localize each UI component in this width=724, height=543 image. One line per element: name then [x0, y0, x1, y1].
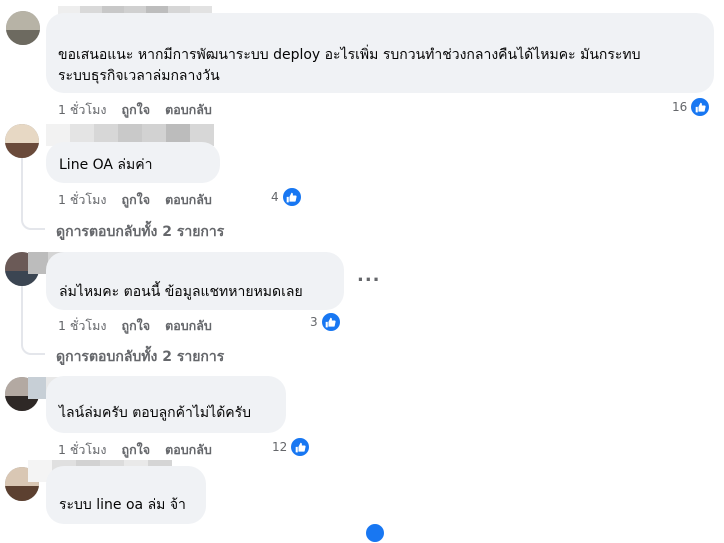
reaction-number: 12 [272, 440, 288, 454]
comment-bubble: ไลน์ล่มครับ ตอบลูกค้าไม่ได้ครับ [46, 376, 286, 433]
thread-connector [21, 331, 45, 355]
more-options-icon[interactable]: ... [357, 265, 381, 286]
thumbs-up-icon [690, 97, 711, 117]
reply-button[interactable]: ตอบกลับ [165, 440, 212, 460]
reaction-number: 4 [271, 190, 279, 204]
reaction-count[interactable]: 3 [310, 312, 341, 332]
comment-text: Line OA ล่มค่า [59, 157, 153, 173]
thumbs-up-icon [320, 312, 341, 332]
like-button[interactable]: ถูกใจ [122, 316, 151, 336]
comment-actions: 1 ชั่วโมง ถูกใจ ตอบกลับ [58, 440, 212, 460]
avatar[interactable] [5, 124, 39, 158]
comment-text: ระบบ line oa ล่ม จ้า [59, 497, 186, 513]
timestamp[interactable]: 1 ชั่วโมง [58, 316, 107, 336]
timestamp[interactable]: 1 ชั่วโมง [58, 190, 107, 210]
thumbs-up-icon [290, 437, 311, 457]
comment-text: ล่มไหมคะ ตอนนี้ ข้อมูลแชทหายหมดเลย [59, 284, 303, 300]
comment-bubble: ล่มไหมคะ ตอนนี้ ข้อมูลแชทหายหมดเลย [46, 252, 344, 310]
thumbs-up-icon [281, 187, 302, 207]
comment-actions: 1 ชั่วโมง ถูกใจ ตอบกลับ [58, 190, 212, 210]
comment-text: ขอเสนอแนะ หากมีการพัฒนาระบบ deploy อะไรเ… [58, 47, 641, 63]
comment-actions: 1 ชั่วโมง ถูกใจ ตอบกลับ [58, 100, 212, 120]
view-replies-link[interactable]: ดูการตอบกลับทั้ง 2 รายการ [56, 221, 224, 243]
reaction-number: 16 [672, 100, 688, 114]
avatar[interactable] [6, 11, 40, 45]
reaction-count[interactable]: 16 [672, 97, 711, 117]
reply-button[interactable]: ตอบกลับ [165, 190, 212, 210]
timestamp[interactable]: 1 ชั่วโมง [58, 440, 107, 460]
like-button[interactable]: ถูกใจ [122, 100, 151, 120]
comment-actions: 1 ชั่วโมง ถูกใจ ตอบกลับ [58, 316, 212, 336]
comment-text: ไลน์ล่มครับ ตอบลูกค้าไม่ได้ครับ [59, 405, 252, 421]
view-replies-link[interactable]: ดูการตอบกลับทั้ง 2 รายการ [56, 346, 224, 368]
reaction-number: 3 [310, 315, 318, 329]
reaction-count[interactable]: 4 [271, 187, 302, 207]
timestamp[interactable]: 1 ชั่วโมง [58, 100, 107, 120]
thumbs-up-icon [365, 523, 385, 543]
reply-button[interactable]: ตอบกลับ [165, 316, 212, 336]
like-button[interactable]: ถูกใจ [122, 190, 151, 210]
like-button[interactable]: ถูกใจ [122, 440, 151, 460]
thread-connector [21, 206, 45, 230]
comment-bubble: ขอเสนอแนะ หากมีการพัฒนาระบบ deploy อะไรเ… [46, 13, 714, 93]
comment-text: ระบบธุรกิจเวลาล่มกลางวัน [58, 68, 220, 84]
reaction-count[interactable]: 12 [272, 437, 311, 457]
reply-button[interactable]: ตอบกลับ [165, 100, 212, 120]
comment-bubble: ระบบ line oa ล่ม จ้า [46, 466, 206, 524]
comment-bubble: Line OA ล่มค่า [46, 142, 220, 183]
